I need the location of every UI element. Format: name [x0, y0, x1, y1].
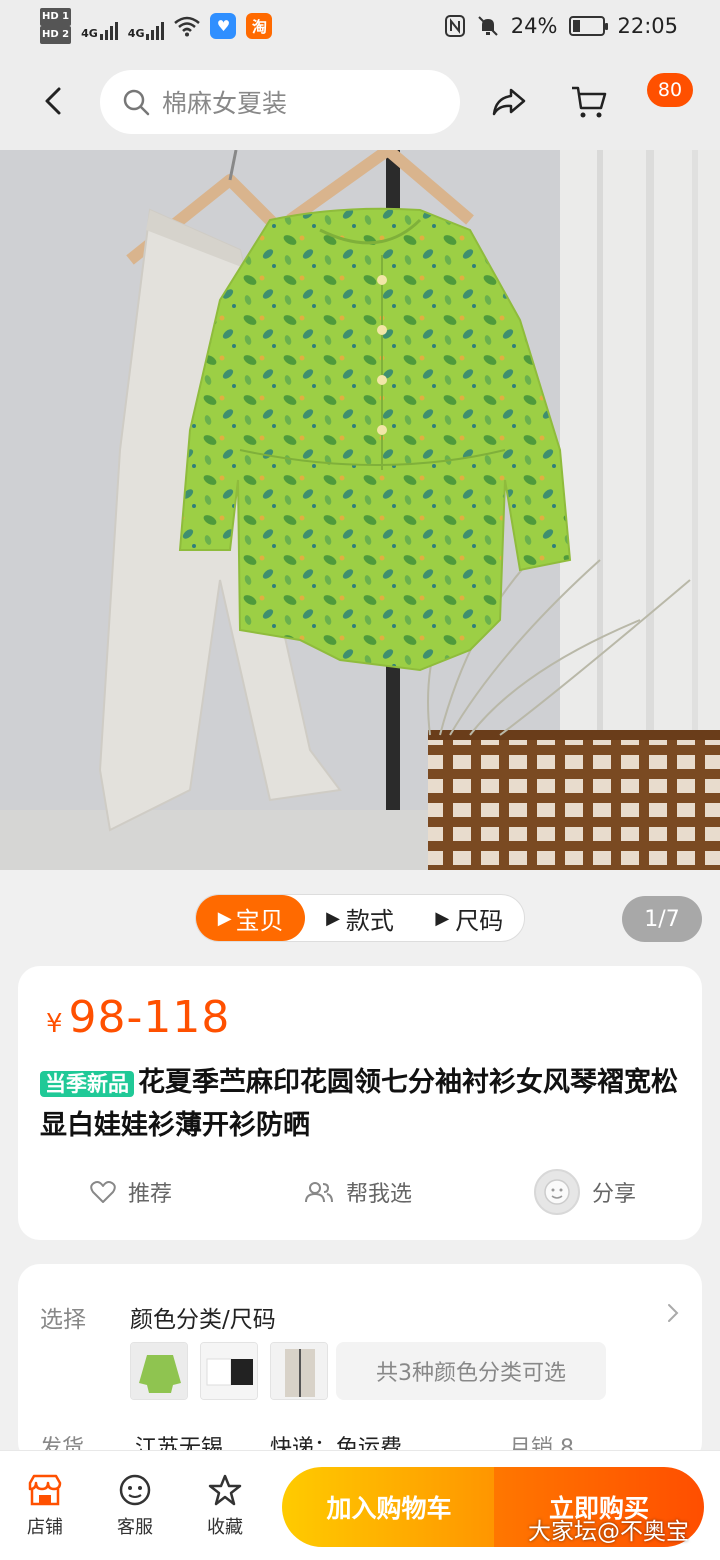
search-placeholder: 棉麻女夏装	[162, 89, 288, 118]
select-value: 颜色分类/尺码	[130, 1307, 276, 1333]
taobao-notification-icon: 淘	[246, 13, 273, 39]
search-icon	[123, 89, 150, 116]
heart-icon	[90, 1181, 116, 1203]
selection-card[interactable]: 选择 颜色分类/尺码 共3种颜色分类可选 发货 江苏无锡 快递：免运费 月销 8	[18, 1264, 702, 1464]
favorite-button[interactable]: 收藏	[190, 1473, 260, 1539]
variant-thumb-white[interactable]	[200, 1342, 258, 1400]
help-choose-label: 帮我选	[346, 1182, 413, 1207]
avatar	[534, 1169, 580, 1215]
tab-size-label: 尺码	[455, 906, 504, 935]
tab-style-label: 款式	[345, 906, 394, 935]
tab-size[interactable]: ▶ 尺码	[415, 895, 524, 941]
mute-icon	[478, 16, 498, 36]
variant-thumb-green[interactable]	[130, 1342, 188, 1400]
add-to-cart-button[interactable]: 加入购物车	[282, 1467, 496, 1547]
battery-percent: 24%	[510, 14, 558, 38]
share-button[interactable]	[484, 76, 534, 128]
play-icon: ▶	[435, 907, 450, 929]
tab-style[interactable]: ▶ 款式	[305, 895, 414, 941]
signal-2-icon: 4G	[128, 12, 165, 40]
hd2-label: HD 2	[40, 26, 72, 44]
help-choose-button[interactable]: 帮我选	[304, 1162, 412, 1222]
cart-button[interactable]	[564, 76, 614, 128]
currency-symbol: ¥	[46, 1009, 63, 1039]
search-input[interactable]: 棉麻女夏装	[100, 70, 460, 134]
battery-icon	[569, 16, 609, 36]
shop-icon	[28, 1474, 62, 1506]
hd1-label: HD 1	[40, 8, 72, 26]
customer-service-icon	[119, 1474, 151, 1506]
play-icon: ▶	[217, 907, 232, 929]
variant-thumbnails	[130, 1342, 328, 1400]
watermark: 大家坛@不奥宝	[528, 1519, 689, 1545]
product-title: 当季新品 花夏季苎麻印花圆领七分袖衬衫女风琴褶宽松显白娃娃衫薄开衫防晒	[40, 1062, 680, 1147]
gallery-tab-bar: ▶ 宝贝 ▶ 款式 ▶ 尺码	[195, 894, 525, 942]
variant-thumb-beige[interactable]	[270, 1342, 328, 1400]
nfc-icon	[444, 15, 465, 37]
share-label: 分享	[592, 1182, 637, 1207]
tab-product-label: 宝贝	[235, 906, 284, 935]
product-photo	[0, 150, 720, 870]
new-season-tag: 当季新品	[40, 1071, 134, 1097]
price: ¥ 98-118	[46, 992, 230, 1043]
recommend-label: 推荐	[128, 1182, 173, 1207]
chevron-left-icon	[45, 87, 61, 115]
product-info-card: ¥ 98-118 当季新品 花夏季苎麻印花圆领七分袖衬衫女风琴褶宽松显白娃娃衫薄开…	[18, 966, 702, 1240]
face-icon	[544, 1179, 570, 1205]
share-action-button[interactable]: 分享	[534, 1162, 636, 1222]
back-button[interactable]	[30, 76, 76, 126]
clock: 22:05	[617, 14, 678, 38]
variant-count[interactable]: 共3种颜色分类可选	[336, 1342, 606, 1400]
price-value: 98-118	[68, 992, 231, 1043]
favorite-label: 收藏	[207, 1517, 243, 1538]
product-image[interactable]	[0, 150, 720, 870]
message-count-badge: 80	[647, 73, 693, 107]
cart-icon	[572, 86, 607, 118]
shop-button[interactable]: 店铺	[10, 1473, 80, 1539]
status-bar: HD 1 HD 2 4G 4G ♥ 淘 24% 22:05	[0, 0, 720, 54]
tab-product[interactable]: ▶ 宝贝	[196, 895, 306, 941]
select-label: 选择	[40, 1307, 86, 1333]
service-button[interactable]: 客服	[100, 1473, 170, 1539]
nav-bar: 棉麻女夏装	[0, 54, 720, 150]
product-actions: 推荐 帮我选 分享	[18, 1162, 702, 1222]
people-icon	[305, 1182, 333, 1203]
play-icon: ▶	[326, 907, 340, 929]
hd-indicator: HD 1 HD 2	[40, 8, 72, 44]
network-1-label: 4G	[81, 27, 98, 40]
image-page-indicator: 1/7	[622, 896, 702, 942]
signal-1-icon: 4G	[81, 12, 118, 40]
wifi-icon	[174, 16, 201, 37]
app-notification-icon: ♥	[210, 13, 237, 39]
shop-label: 店铺	[27, 1517, 63, 1538]
network-2-label: 4G	[127, 27, 145, 40]
recommend-button[interactable]: 推荐	[90, 1162, 172, 1222]
share-arrow-icon	[492, 88, 526, 116]
star-icon	[208, 1474, 242, 1506]
service-label: 客服	[117, 1517, 153, 1538]
chevron-right-icon	[668, 1304, 679, 1322]
product-title-text: 花夏季苎麻印花圆领七分袖衬衫女风琴褶宽松显白娃娃衫薄开衫防晒	[40, 1067, 678, 1141]
